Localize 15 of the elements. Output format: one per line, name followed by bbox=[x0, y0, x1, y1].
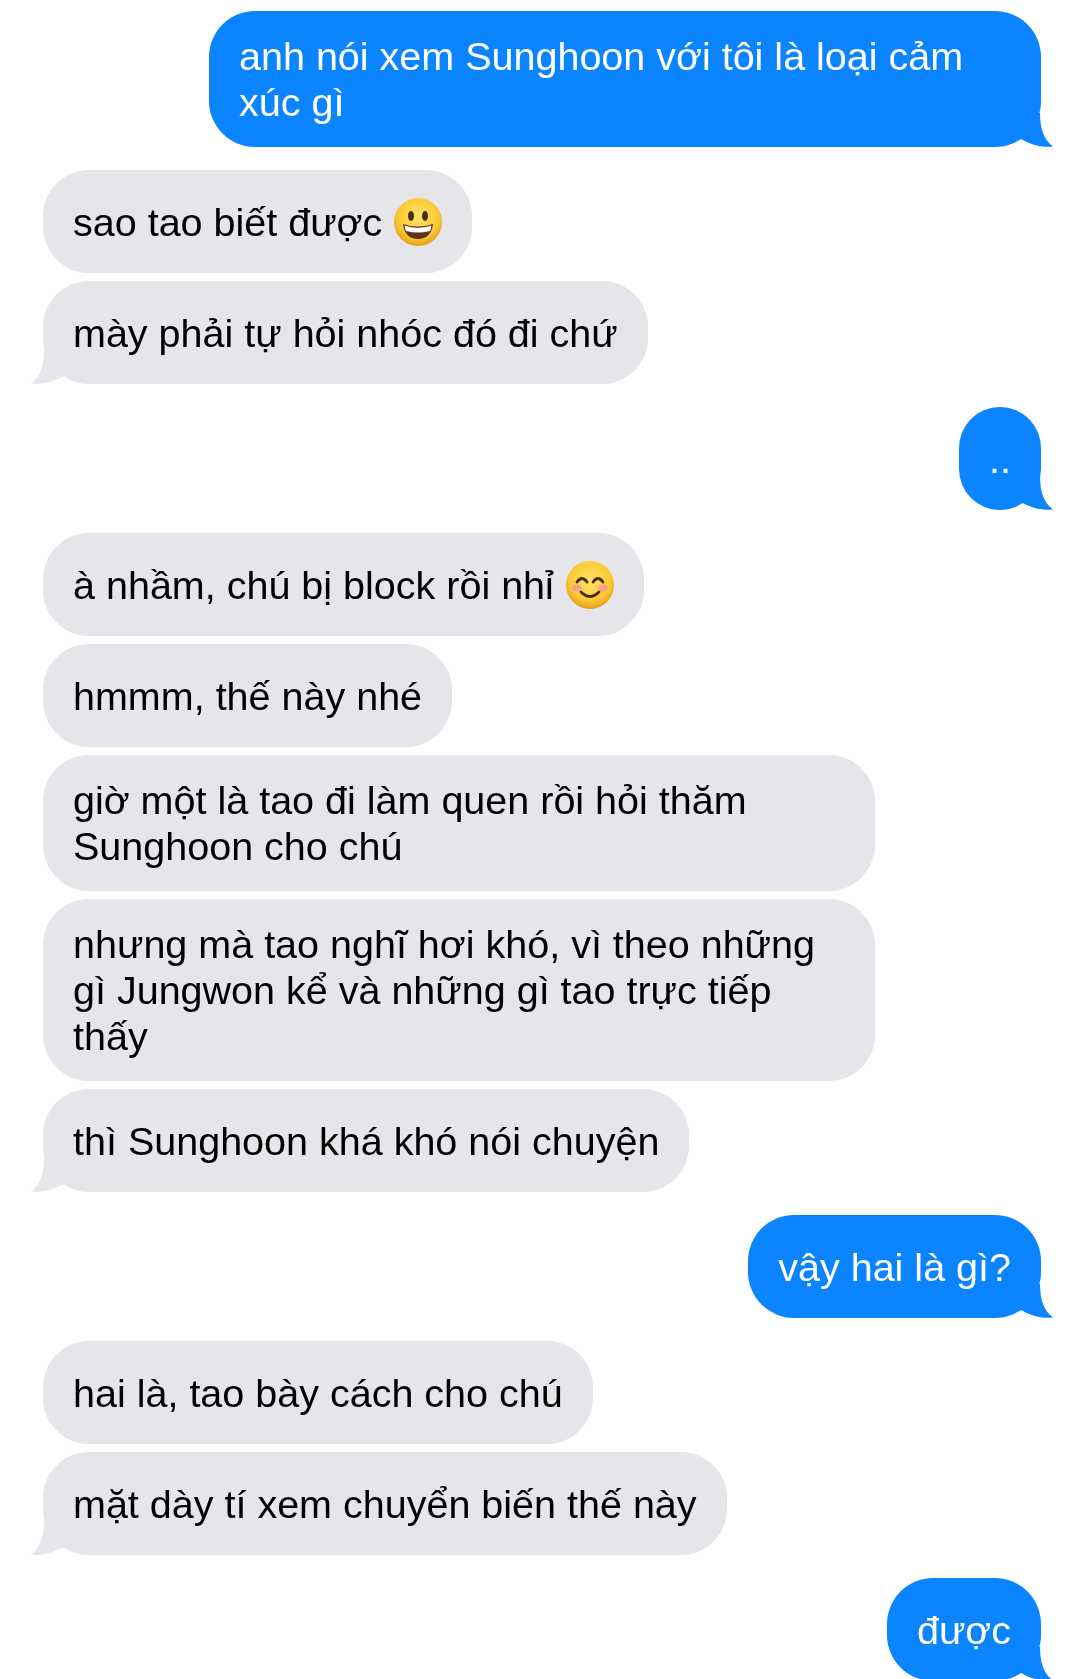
message-text: hai là, tao bày cách cho chú bbox=[73, 1369, 563, 1416]
message-text: mặt dày tí xem chuyển biến thế này bbox=[73, 1480, 697, 1527]
message-text: nhưng mà tao nghĩ hơi khó, vì theo những gì Jungwon kể và những gì tao trực tiếp thấy bbox=[73, 921, 816, 1059]
smiling-face-icon bbox=[565, 560, 614, 609]
message-text: hmmm, thế này nhé bbox=[73, 672, 423, 719]
grinning-face-icon bbox=[394, 197, 443, 246]
message-text: vậy hai là gì? bbox=[778, 1243, 1011, 1290]
message-text: .. bbox=[989, 435, 1011, 482]
message-text: à nhầm, chú bị block rồi nhỉ bbox=[73, 561, 554, 608]
message-text: sao tao biết được bbox=[73, 198, 383, 245]
message-text: giờ một là tao đi làm quen rồi hỏi thăm Sunghoon cho chú bbox=[73, 777, 748, 869]
message-text: thì Sunghoon khá khó nói chuyện bbox=[73, 1117, 660, 1164]
message-text: được bbox=[916, 1606, 1011, 1653]
message-text: anh nói xem Sunghoon với tôi là loại cảm xúc gì bbox=[239, 33, 965, 125]
message-text: mày phải tự hỏi nhóc đó đi chứ bbox=[73, 309, 618, 356]
